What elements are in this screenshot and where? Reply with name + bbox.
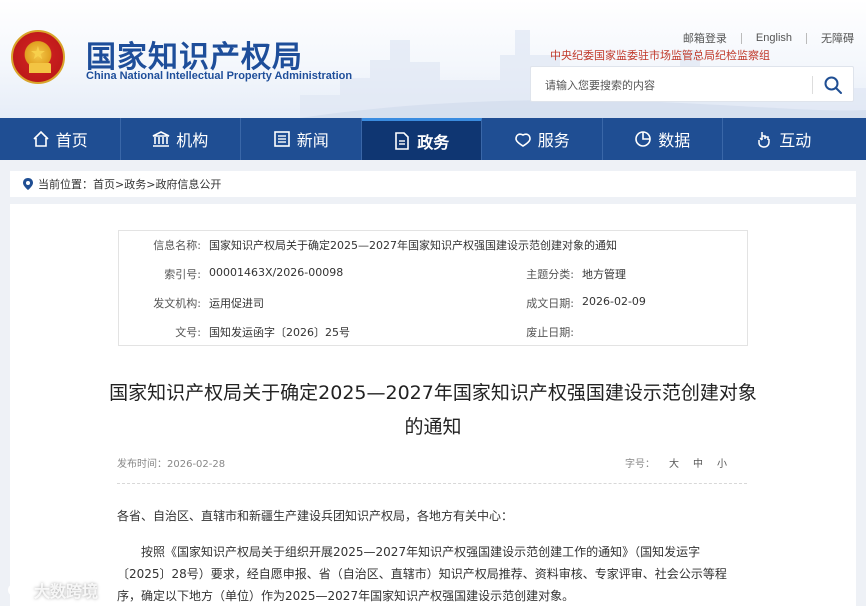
font-size-switcher: 字号： 大 中 小 <box>625 455 727 470</box>
meta-row-index: 索引号: 00001463X/2026-00098 主题分类: 地方管理 <box>119 266 747 295</box>
docno-label: 文号: <box>175 326 201 339</box>
institution-icon <box>152 131 170 147</box>
document-icon <box>395 131 410 150</box>
news-icon <box>273 131 290 147</box>
mail-login-link[interactable]: 邮箱登录 <box>669 30 741 46</box>
nav-item-label: 新闻 <box>296 131 329 150</box>
watermark-text: 大数跨境 <box>34 582 99 601</box>
expiry-label: 废止日期: <box>526 326 574 339</box>
issuer-label: 发文机构: <box>153 297 201 310</box>
info-name-value: 国家知识产权局关于确定2025—2027年国家知识产权强国建设示范创建对象的通知 <box>209 239 617 252</box>
search-divider <box>812 76 813 94</box>
breadcrumb-info-disclosure[interactable]: 政府信息公开 <box>155 176 221 192</box>
search-icon[interactable] <box>823 75 843 95</box>
article-paragraph: 按照《国家知识产权局关于组织开展2025—2027年知识产权强国建设示范创建工作… <box>117 545 727 603</box>
breadcrumb-home[interactable]: 首页 <box>93 176 115 192</box>
docno-value: 国知发运函字〔2026〕25号 <box>209 326 350 339</box>
meta-row-docno: 文号: 国知发运函字〔2026〕25号 废止日期: <box>119 324 747 353</box>
accessibility-link[interactable]: 无障碍 <box>807 30 854 46</box>
index-label: 索引号: <box>164 268 201 281</box>
nav-item-service[interactable]: 服务 <box>482 118 603 160</box>
font-size-label: 字号： <box>625 459 655 470</box>
site-header: ★ 国家知识产权局 China National Intellectual Pr… <box>0 0 866 118</box>
nav-item-news[interactable]: 新闻 <box>241 118 362 160</box>
nav-item-label: 互动 <box>779 131 812 150</box>
nav-item-data[interactable]: 数据 <box>603 118 723 160</box>
publish-info-row: 发布时间：2026-02-28 字号： 大 中 小 <box>117 455 727 471</box>
nav-item-government-affairs[interactable]: 政务 <box>361 118 482 160</box>
hand-pointer-icon <box>758 132 770 148</box>
breadcrumb-separator: > <box>146 177 156 191</box>
article-panel: 信息名称: 国家知识产权局关于确定2025—2027年国家知识产权强国建设示范创… <box>10 204 856 606</box>
article-title-line-2: 的通知 <box>404 416 462 438</box>
nav-item-label: 服务 <box>537 131 570 150</box>
search-box[interactable]: 请输入您要搜索的内容 <box>530 66 854 102</box>
national-emblem-logo[interactable]: ★ <box>11 30 65 84</box>
location-pin-icon <box>23 178 33 190</box>
nav-item-label: 数据 <box>658 131 691 150</box>
english-link[interactable]: English <box>742 32 806 44</box>
date-value: 2026-02-09 <box>582 295 646 308</box>
nav-item-institution[interactable]: 机构 <box>121 118 241 160</box>
publish-time: 发布时间：2026-02-28 <box>117 459 226 470</box>
breadcrumb-separator: > <box>115 177 125 191</box>
info-name-label: 信息名称: <box>153 239 201 252</box>
topic-value: 地方管理 <box>582 268 626 281</box>
meta-row-issuer: 发文机构: 运用促进司 成文日期: 2026-02-09 <box>119 295 747 324</box>
date-label: 成文日期: <box>526 297 574 310</box>
font-size-small-button[interactable]: 小 <box>717 455 727 470</box>
watermark: 大数跨境 <box>8 578 98 602</box>
article-body: 各省、自治区、直辖市和新疆生产建设兵团知识产权局，各地方有关中心： 按照《国家知… <box>117 507 747 606</box>
site-logo-subtitle: China National Intellectual Property Adm… <box>86 70 353 82</box>
nav-item-label: 政务 <box>417 132 450 152</box>
nav-item-label: 机构 <box>176 131 209 150</box>
topic-label: 主题分类: <box>526 268 574 281</box>
breadcrumb-government-affairs[interactable]: 政务 <box>124 176 146 192</box>
font-size-medium-button[interactable]: 中 <box>693 455 703 470</box>
font-size-large-button[interactable]: 大 <box>669 455 679 470</box>
article-divider <box>117 483 747 484</box>
article-salutation: 各省、自治区、直辖市和新疆生产建设兵团知识产权局，各地方有关中心： <box>117 509 514 523</box>
document-metadata-table: 信息名称: 国家知识产权局关于确定2025—2027年国家知识产权强国建设示范创… <box>118 230 748 346</box>
nav-item-interaction[interactable]: 互动 <box>723 118 844 160</box>
article-title-line-1: 国家知识产权局关于确定2025—2027年国家知识产权强国建设示范创建对象 <box>109 382 757 404</box>
nav-item-home[interactable]: 首页 <box>0 118 121 160</box>
search-input[interactable]: 请输入您要搜索的内容 <box>545 77 655 93</box>
handshake-icon <box>514 133 531 147</box>
main-navigation: 首页 机构 新闻 政务 服务 数据 互动 <box>0 118 866 160</box>
index-value: 00001463X/2026-00098 <box>209 266 344 279</box>
pie-chart-icon <box>635 131 652 147</box>
top-links: 邮箱登录 English 无障碍 <box>669 30 854 46</box>
discipline-inspection-link[interactable]: 中央纪委国家监委驻市场监管总局纪检监察组 <box>550 47 770 63</box>
nav-item-label: 首页 <box>55 131 88 150</box>
breadcrumb: 当前位置： 首页 > 政务 > 政府信息公开 <box>10 171 856 197</box>
article-title: 国家知识产权局关于确定2025—2027年国家知识产权强国建设示范创建对象 的通… <box>10 376 856 444</box>
watermark-logo-icon <box>8 583 28 596</box>
issuer-value: 运用促进司 <box>209 297 264 310</box>
home-icon <box>33 130 49 147</box>
breadcrumb-prefix: 当前位置： <box>38 178 93 191</box>
meta-row-info-name: 信息名称: 国家知识产权局关于确定2025—2027年国家知识产权强国建设示范创… <box>119 237 747 266</box>
